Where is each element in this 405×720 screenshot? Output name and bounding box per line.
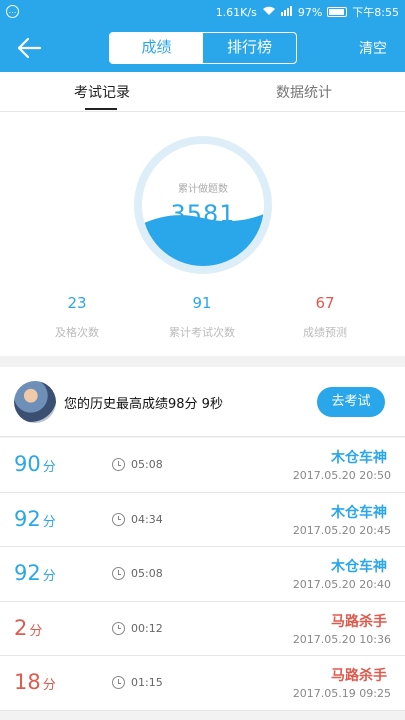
record-score-unit: 分 [42, 678, 56, 693]
tab-exam-records[interactable]: 考试记录 [74, 82, 130, 102]
clear-button[interactable]: 清空 [359, 38, 387, 58]
take-exam-button[interactable]: 去考试 [317, 387, 385, 417]
stat-value: 67 [315, 294, 335, 312]
wifi-icon [262, 6, 276, 19]
record-score-value: 18 [14, 670, 41, 694]
clock-time: 下午8:55 [352, 6, 399, 19]
tab-ranking[interactable]: 排行榜 [203, 33, 296, 63]
active-tab-underline [85, 108, 117, 110]
stat-label: 累计考试次数 [169, 326, 235, 339]
battery-percent: 97% [297, 5, 323, 19]
record-score-unit: 分 [29, 623, 43, 639]
status-bar: … 1.61K/s 97% 下午8:55 [0, 0, 405, 24]
record-date: 2017.05.20 20:45 [292, 523, 391, 537]
record-score-unit: 分 [42, 514, 56, 530]
stat-label: 及格次数 [55, 326, 99, 339]
record-score: 90 分 [14, 452, 56, 476]
stat-pass-count: 23 及格次数 [22, 294, 132, 340]
record-score: 18 分 [14, 670, 56, 694]
record-score: 92 分 [14, 561, 56, 585]
record-score-unit: 分 [42, 460, 56, 475]
tab-scores[interactable]: 成绩 [110, 33, 203, 63]
stats-panel: 累计做题数 3581 23 及格次数 91 累计考试次数 67 成绩预测 [0, 112, 405, 356]
record-date: 2017.05.20 20:50 [292, 469, 391, 482]
exam-record-row[interactable]: 92 分 05:08 木仓车神 2017.05.20 20:40 [0, 547, 405, 602]
record-date: 2017.05.19 09:25 [292, 687, 391, 700]
back-arrow-icon[interactable] [16, 36, 42, 60]
header: 成绩 排行榜 清空 [0, 24, 405, 72]
clock-icon [112, 621, 125, 635]
sub-tabs: 考试记录 数据统计 [0, 72, 405, 112]
stat-label: 成绩预测 [303, 326, 347, 339]
record-title: 马路杀手 [331, 668, 387, 684]
stat-exam-count: 91 累计考试次数 [147, 294, 257, 340]
record-duration: 05:08 [131, 458, 163, 471]
clock-icon [112, 458, 125, 471]
stat-score-prediction: 67 成绩预测 [270, 294, 380, 340]
clock-icon [112, 512, 125, 526]
exam-record-row[interactable]: 92 分 04:34 木仓车神 2017.05.20 20:45 [0, 492, 405, 547]
question-count-gauge: 累计做题数 3581 [134, 136, 272, 274]
battery-icon [327, 7, 348, 17]
exam-records-list: 90 分 05:08 木仓车神 2017.05.20 20:50 92 分 04:34 木仓车神… [0, 438, 405, 711]
record-duration: 04:34 [131, 512, 163, 526]
record-date: 2017.05.20 20:40 [292, 578, 391, 591]
stat-value: 23 [67, 294, 87, 312]
record-date: 2017.05.20 10:36 [292, 632, 391, 646]
gauge-value: 3581 [170, 200, 236, 228]
record-score-value: 92 [14, 506, 41, 531]
record-score-unit: 分 [42, 569, 56, 584]
exam-record-row[interactable]: 90 分 05:08 木仓车神 2017.05.20 20:50 [0, 438, 405, 493]
best-score-section: 您的历史最高成绩98分 9秒 去考试 [0, 367, 405, 437]
clock-icon [112, 567, 125, 580]
record-title: 木仓车神 [331, 559, 387, 575]
record-title: 木仓车神 [331, 450, 387, 466]
clock-icon [112, 676, 125, 689]
network-speed: 1.61K/s [215, 5, 257, 19]
gauge-inner: 累计做题数 3581 [142, 144, 264, 266]
record-score: 2分 [14, 616, 42, 640]
gauge-label: 累计做题数 [178, 184, 228, 195]
status-right: 1.61K/s 97% 下午8:55 [216, 4, 399, 20]
record-score-value: 2 [14, 615, 28, 640]
record-score: 92 分 [14, 507, 56, 531]
exam-record-row[interactable]: 18 分 01:15 马路杀手 2017.05.19 09:25 [0, 656, 405, 711]
avatar [14, 381, 56, 423]
tab-statistics[interactable]: 数据统计 [276, 82, 332, 102]
notification-icon: … [6, 5, 19, 18]
record-score-value: 92 [14, 561, 41, 585]
record-title: 马路杀手 [331, 613, 387, 630]
record-title: 木仓车神 [331, 504, 387, 521]
record-score-value: 90 [14, 452, 41, 476]
record-duration: 05:08 [131, 567, 163, 580]
stat-value: 91 [192, 294, 212, 312]
exam-record-row[interactable]: 2 分 00:12 马路杀手 2017.05.20 10:36 [0, 601, 405, 656]
record-duration: 00:12 [131, 621, 163, 635]
record-duration: 01:15 [131, 676, 163, 689]
segmented-tabs: 成绩 排行榜 [109, 32, 297, 64]
best-score-text: 您的历史最高成绩98分 9秒 [64, 397, 223, 412]
signal-icon [280, 5, 293, 19]
